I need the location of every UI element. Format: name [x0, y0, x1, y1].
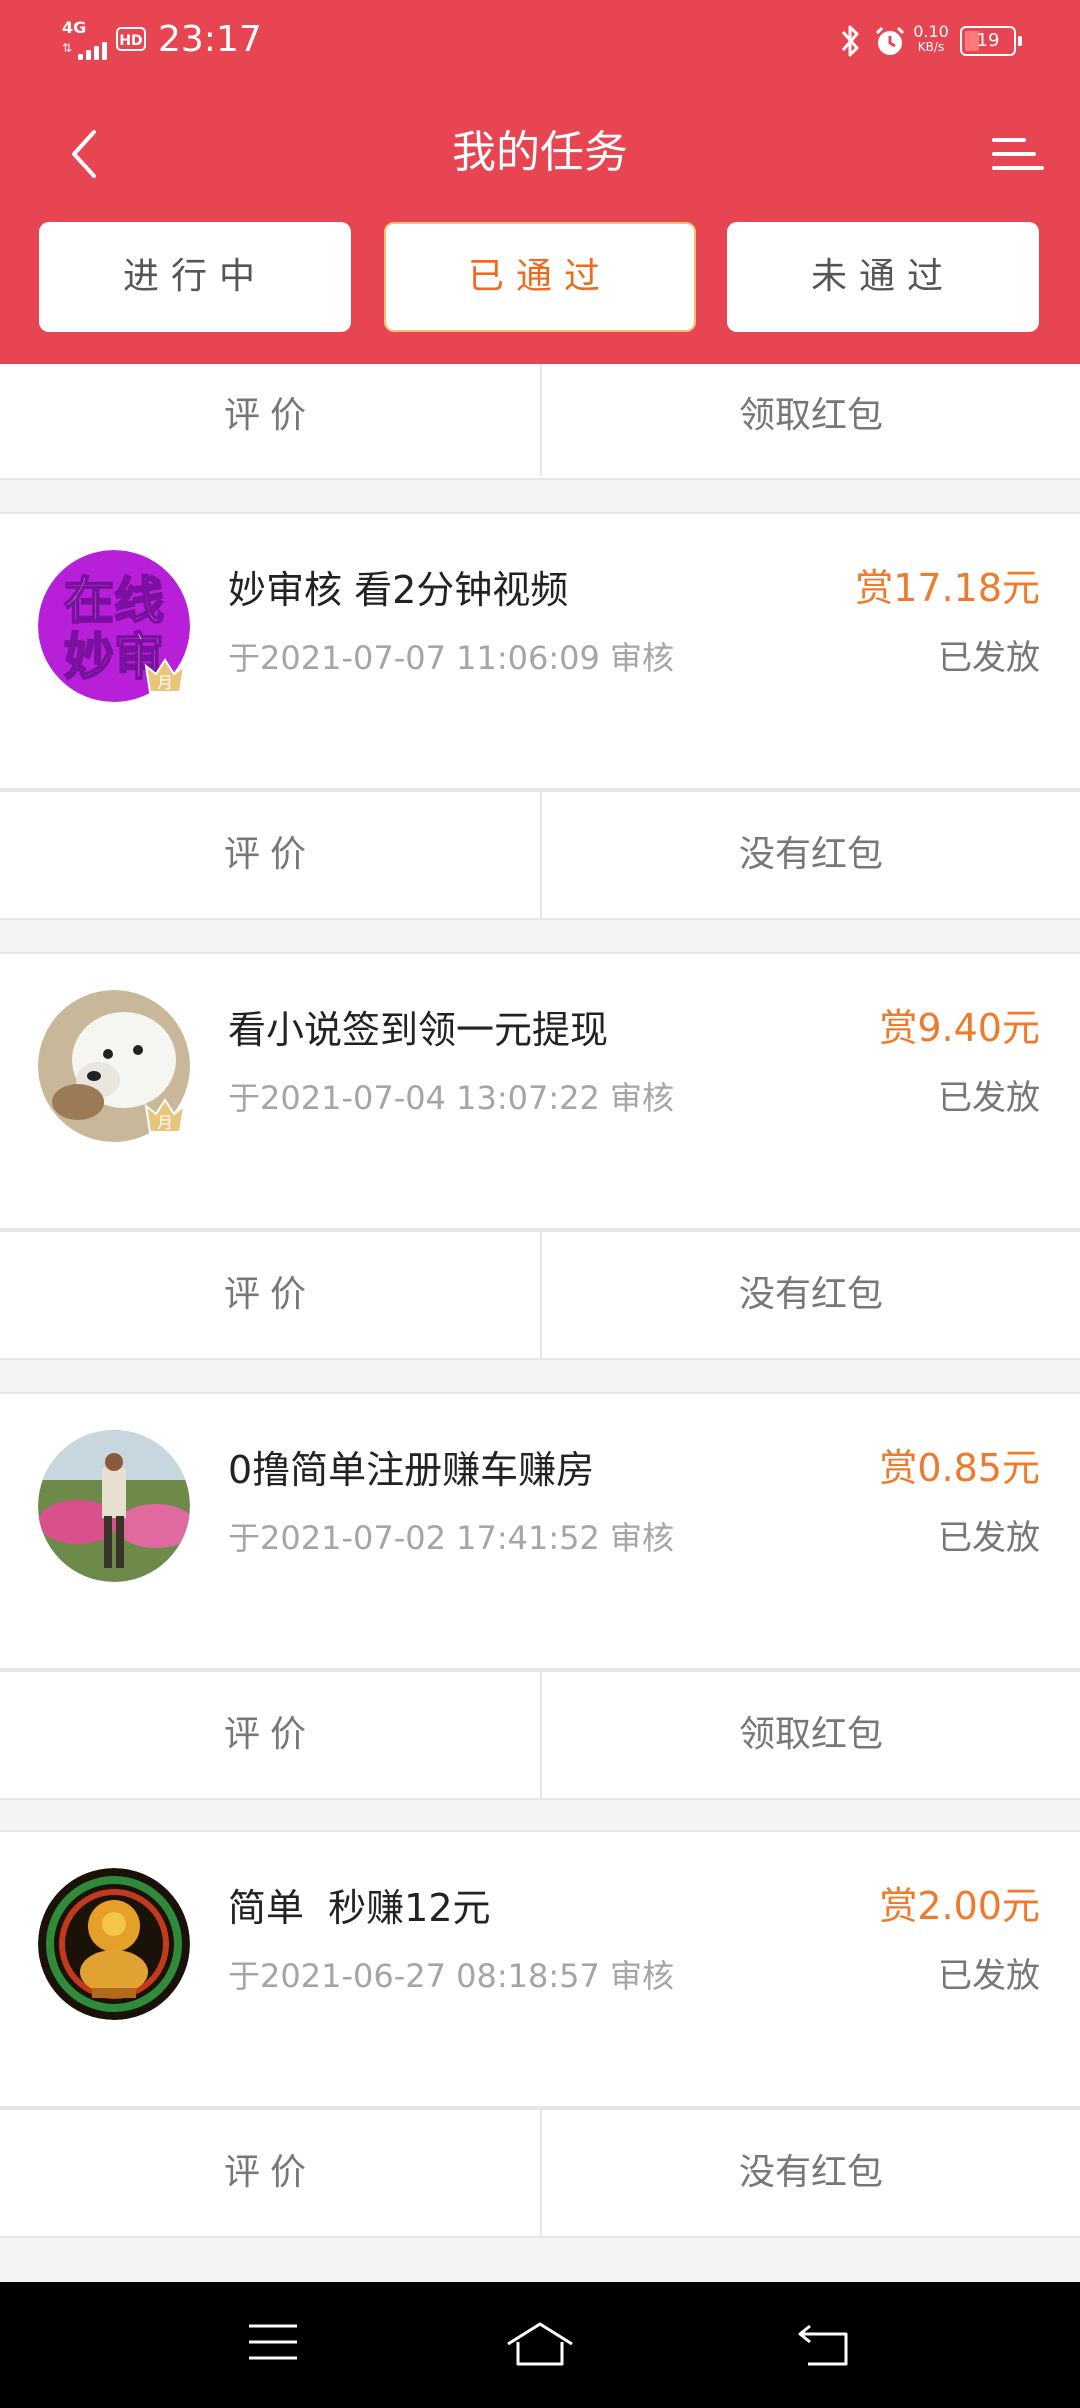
- task-card[interactable]: 简单 秒赚12元 于2021-06-27 08:18:57 审核 赏2.00元 …: [0, 1830, 1080, 2108]
- task-actions: 评价 没有红包: [0, 790, 1080, 920]
- review-button[interactable]: 评价: [0, 1232, 540, 1358]
- task-card[interactable]: 在线 妙审 月 妙审核 看2分钟视频 于2021-07-07 11:06:09 …: [0, 512, 1080, 790]
- review-button[interactable]: 评价: [0, 2110, 540, 2236]
- task-actions: 评价 没有红包: [0, 2108, 1080, 2238]
- task-date: 于2021-07-07 11:06:09 审核: [228, 639, 675, 677]
- nav-bar: 我的任务: [0, 100, 1080, 210]
- network-speed: 0.10 KB/s: [910, 22, 952, 55]
- tab-approved[interactable]: 已通过: [384, 222, 696, 332]
- task-status: 已发放: [938, 1518, 1040, 1558]
- task-actions: 评价 领取红包: [0, 1670, 1080, 1800]
- speed-value: 0.10: [913, 22, 949, 41]
- claim-redpacket-button[interactable]: 领取红包: [540, 1672, 1080, 1798]
- task-reward: 赏17.18元: [855, 566, 1040, 610]
- avatar-text-line1: 在线: [64, 572, 164, 630]
- network-type: 4G: [62, 18, 87, 37]
- redpacket-button[interactable]: 没有红包: [540, 1232, 1080, 1358]
- task-reward: 赏0.85元: [879, 1446, 1040, 1490]
- task-status: 已发放: [938, 1956, 1040, 1996]
- app-header: 4G ⇅ HD 23:17 0.10 KB/s 19 我的任务 进行中 已通过 …: [0, 0, 1080, 364]
- hd-badge: HD: [116, 27, 146, 51]
- back-nav-icon[interactable]: [796, 2320, 850, 2368]
- task-date: 于2021-07-02 17:41:52 审核: [228, 1519, 675, 1557]
- task-title: 看小说签到领一元提现: [228, 1008, 609, 1052]
- avatar: [38, 1430, 190, 1582]
- review-button[interactable]: 评价: [0, 792, 540, 918]
- status-tabs: 进行中 已通过 未通过: [0, 222, 1080, 334]
- task-title: 简单 秒赚12元: [228, 1886, 491, 1930]
- crown-badge-icon: 月: [144, 658, 186, 693]
- tab-rejected[interactable]: 未通过: [727, 222, 1039, 332]
- task-date: 于2021-07-04 13:07:22 审核: [228, 1079, 675, 1117]
- crown-badge-icon: 月: [144, 1098, 186, 1133]
- status-bar: 4G ⇅ HD 23:17 0.10 KB/s 19: [0, 0, 1080, 84]
- review-button[interactable]: 评价: [0, 364, 540, 476]
- bluetooth-icon: [841, 25, 859, 57]
- system-nav-bar: [0, 2282, 1080, 2408]
- review-button[interactable]: 评价: [0, 1672, 540, 1798]
- task-card[interactable]: 月 看小说签到领一元提现 于2021-07-04 13:07:22 审核 赏9.…: [0, 952, 1080, 1230]
- task-reward: 赏9.40元: [879, 1006, 1040, 1050]
- signal-indicator: 4G ⇅: [62, 20, 110, 60]
- battery-icon: 19: [960, 26, 1022, 56]
- redpacket-button[interactable]: 没有红包: [540, 2110, 1080, 2236]
- alarm-icon: [875, 26, 905, 55]
- page-title: 我的任务: [452, 127, 628, 178]
- recent-apps-icon[interactable]: [246, 2320, 300, 2364]
- battery-level: 19: [976, 30, 1000, 51]
- partial-action-row: 评价 领取红包: [0, 364, 1080, 480]
- task-title: 0撸简单注册赚车赚房: [228, 1448, 595, 1492]
- task-title: 妙审核 看2分钟视频: [228, 568, 569, 612]
- avatar: [38, 1868, 190, 2020]
- redpacket-button[interactable]: 没有红包: [540, 792, 1080, 918]
- task-date: 于2021-06-27 08:18:57 审核: [228, 1957, 675, 1995]
- tab-in-progress[interactable]: 进行中: [39, 222, 351, 332]
- task-actions: 评价 没有红包: [0, 1230, 1080, 1360]
- task-card[interactable]: 0撸简单注册赚车赚房 于2021-07-02 17:41:52 审核 赏0.85…: [0, 1392, 1080, 1670]
- speed-unit: KB/s: [917, 40, 945, 54]
- task-status: 已发放: [938, 1078, 1040, 1118]
- svg-text:月: 月: [157, 673, 173, 692]
- signal-bars-icon: [78, 40, 108, 60]
- home-icon[interactable]: [504, 2320, 576, 2368]
- claim-redpacket-button[interactable]: 领取红包: [540, 364, 1080, 476]
- task-reward: 赏2.00元: [879, 1884, 1040, 1928]
- status-time: 23:17: [158, 19, 262, 60]
- svg-text:月: 月: [157, 1113, 173, 1132]
- data-arrows-icon: ⇅: [62, 41, 73, 55]
- menu-icon[interactable]: [988, 132, 1048, 178]
- task-status: 已发放: [938, 638, 1040, 678]
